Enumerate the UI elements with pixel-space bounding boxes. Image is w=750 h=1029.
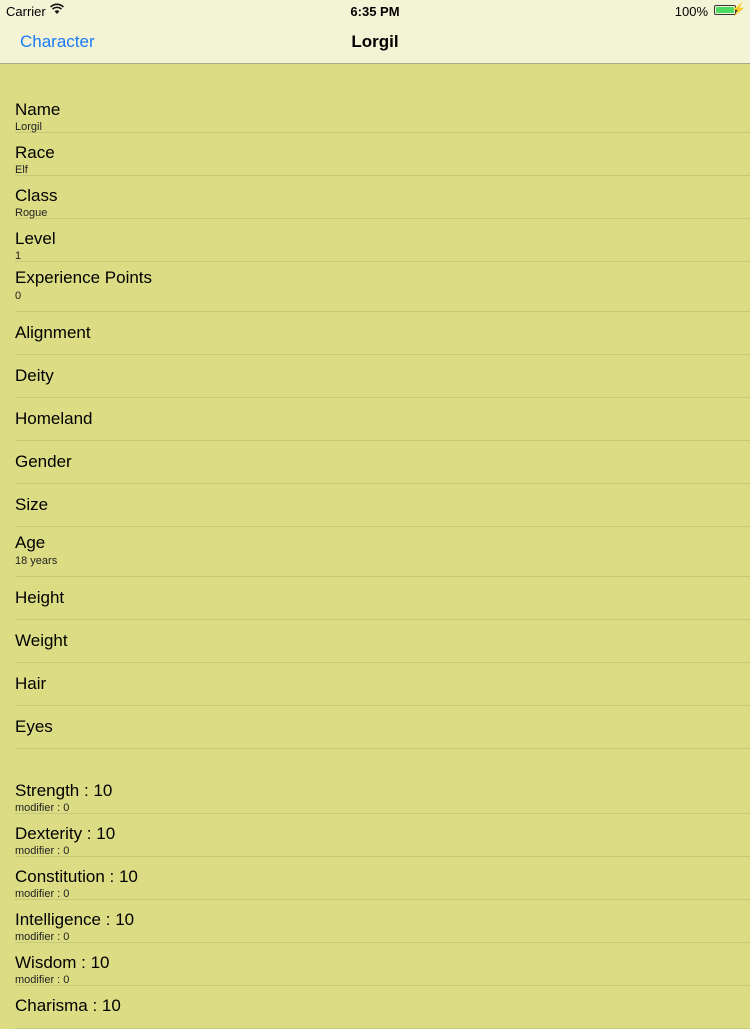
detail-label: Name xyxy=(15,100,61,119)
ability-name: Intelligence xyxy=(15,910,102,929)
ability-label: Intelligence10 xyxy=(15,910,134,930)
detail-row-deity[interactable]: Deity xyxy=(15,355,750,398)
detail-row-class[interactable]: Class Rogue xyxy=(15,176,750,219)
detail-label: Alignment xyxy=(15,323,91,342)
ability-score: 10 xyxy=(76,953,109,972)
ability-score: 10 xyxy=(101,910,134,929)
status-bar: Carrier 6:35 PM 100% ⚡ xyxy=(0,0,750,22)
detail-row-level[interactable]: Level 1 xyxy=(15,219,750,262)
ability-name: Wisdom xyxy=(15,953,77,972)
ability-label: Charisma10 xyxy=(15,996,121,1016)
detail-label: Size xyxy=(15,495,49,514)
ability-label: Dexterity10 xyxy=(15,824,115,844)
detail-row-hair[interactable]: Hair xyxy=(15,663,750,706)
detail-row-race[interactable]: Race Elf xyxy=(15,133,750,176)
detail-label: Experience Points xyxy=(15,268,153,287)
detail-row-experience-points[interactable]: Experience Points 0 xyxy=(15,262,750,312)
ability-row-intelligence[interactable]: Intelligence10 modifier : 0 xyxy=(15,900,750,943)
ability-row-wisdom[interactable]: Wisdom10 modifier : 0 xyxy=(15,943,750,986)
ability-label: Strength10 xyxy=(15,781,112,801)
ability-label: Constitution10 xyxy=(15,867,138,887)
detail-value: 0 xyxy=(15,290,22,302)
detail-label: Age xyxy=(15,533,46,552)
detail-row-age[interactable]: Age 18 years xyxy=(15,527,750,577)
detail-label: Race xyxy=(15,143,55,162)
battery-percent: 100% xyxy=(674,4,708,19)
detail-label: Class xyxy=(15,186,58,205)
detail-label: Level xyxy=(15,229,56,248)
detail-row-eyes[interactable]: Eyes xyxy=(15,706,750,749)
page-title: Lorgil xyxy=(351,32,399,51)
detail-row-name[interactable]: Name Lorgil xyxy=(15,90,750,133)
charging-bolt-icon: ⚡ xyxy=(731,2,746,16)
ability-name: Charisma xyxy=(15,996,88,1015)
detail-value: 18 years xyxy=(15,555,58,567)
detail-label: Homeland xyxy=(15,409,93,428)
detail-row-height[interactable]: Height xyxy=(15,577,750,620)
ability-score: 10 xyxy=(79,781,112,800)
detail-label: Height xyxy=(15,588,65,607)
detail-row-homeland[interactable]: Homeland xyxy=(15,398,750,441)
navigation-bar: Character Lorgil xyxy=(0,22,750,64)
ability-name: Dexterity xyxy=(15,824,83,843)
ability-score: 10 xyxy=(105,867,138,886)
detail-label: Gender xyxy=(15,452,72,471)
clock: 6:35 PM xyxy=(350,4,400,19)
ability-name: Constitution xyxy=(15,867,105,886)
ability-score: 10 xyxy=(88,996,121,1015)
detail-row-gender[interactable]: Gender xyxy=(15,441,750,484)
ability-score: 10 xyxy=(82,824,115,843)
detail-label: Weight xyxy=(15,631,68,650)
detail-label: Eyes xyxy=(15,717,53,736)
detail-row-weight[interactable]: Weight xyxy=(15,620,750,663)
ability-row-constitution[interactable]: Constitution10 modifier : 0 xyxy=(15,857,750,900)
character-detail-list: Name Lorgil Race Elf Class Rogue Level 1… xyxy=(0,64,750,1029)
ability-row-charisma[interactable]: Charisma10 xyxy=(15,986,750,1029)
detail-row-size[interactable]: Size xyxy=(15,484,750,527)
ability-label: Wisdom10 xyxy=(15,953,110,973)
detail-row-alignment[interactable]: Alignment xyxy=(15,312,750,355)
detail-label: Deity xyxy=(15,366,54,385)
detail-label: Hair xyxy=(15,674,47,693)
ability-row-strength[interactable]: Strength10 modifier : 0 xyxy=(15,771,750,814)
ability-row-dexterity[interactable]: Dexterity10 modifier : 0 xyxy=(15,814,750,857)
ability-name: Strength xyxy=(15,781,80,800)
